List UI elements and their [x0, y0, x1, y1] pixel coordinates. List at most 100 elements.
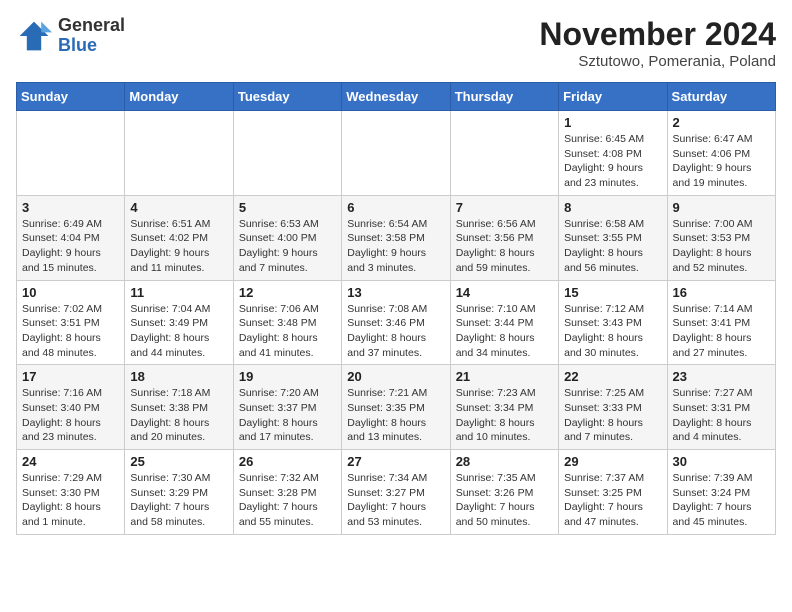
- day-number: 11: [130, 285, 227, 300]
- calendar-cell: 18Sunrise: 7:18 AM Sunset: 3:38 PM Dayli…: [125, 365, 233, 450]
- calendar-cell: 6Sunrise: 6:54 AM Sunset: 3:58 PM Daylig…: [342, 195, 450, 280]
- calendar-cell: 9 Sunrise: 7:00 AM Sunset: 3:53 PM Daylig…: [667, 195, 775, 280]
- day-info: Sunrise: 7:37 AM Sunset: 3:25 PM Dayligh…: [564, 471, 661, 530]
- day-number: 24: [22, 454, 119, 469]
- calendar-cell: 14 Sunrise: 7:10 AM Sunset: 3:44 PM Dayli…: [450, 280, 558, 365]
- calendar-cell: 13 Sunrise: 7:08 AM Sunset: 3:46 PM Dayli…: [342, 280, 450, 365]
- day-number: 25: [130, 454, 227, 469]
- weekday-header-thursday: Thursday: [450, 83, 558, 111]
- title-area: November 2024 Sztutowo, Pomerania, Polan…: [539, 16, 776, 70]
- day-number: 2: [673, 115, 770, 130]
- calendar-cell: 1Sunrise: 6:45 AM Sunset: 4:08 PM Daylig…: [559, 111, 667, 196]
- day-info: Sunrise: 6:58 AM Sunset: 3:55 PM Dayligh…: [564, 217, 661, 276]
- day-number: 26: [239, 454, 336, 469]
- calendar-cell: 19 Sunrise: 7:20 AM Sunset: 3:37 PM Dayli…: [233, 365, 341, 450]
- day-info: Sunrise: 6:51 AM Sunset: 4:02 PM Dayligh…: [130, 217, 227, 276]
- day-info: Sunrise: 6:56 AM Sunset: 3:56 PM Dayligh…: [456, 217, 553, 276]
- week-row-4: 17 Sunrise: 7:16 AM Sunset: 3:40 PM Dayli…: [17, 365, 776, 450]
- day-number: 10: [22, 285, 119, 300]
- day-info: Sunrise: 7:04 AM Sunset: 3:49 PM Dayligh…: [130, 302, 227, 361]
- day-number: 8: [564, 200, 661, 215]
- day-info: Sunrise: 7:12 AM Sunset: 3:43 PM Dayligh…: [564, 302, 661, 361]
- day-info: Sunrise: 7:08 AM Sunset: 3:46 PM Dayligh…: [347, 302, 444, 361]
- day-number: 5: [239, 200, 336, 215]
- day-info: Sunrise: 6:47 AM Sunset: 4:06 PM Dayligh…: [673, 132, 770, 191]
- calendar-cell: [233, 111, 341, 196]
- calendar-cell: 5Sunrise: 6:53 AM Sunset: 4:00 PM Daylig…: [233, 195, 341, 280]
- day-info: Sunrise: 7:20 AM Sunset: 3:37 PM Dayligh…: [239, 386, 336, 445]
- day-info: Sunrise: 7:06 AM Sunset: 3:48 PM Dayligh…: [239, 302, 336, 361]
- calendar-cell: 17 Sunrise: 7:16 AM Sunset: 3:40 PM Dayli…: [17, 365, 125, 450]
- day-info: Sunrise: 7:16 AM Sunset: 3:40 PM Dayligh…: [22, 386, 119, 445]
- calendar-cell: [17, 111, 125, 196]
- day-info: Sunrise: 6:49 AM Sunset: 4:04 PM Dayligh…: [22, 217, 119, 276]
- day-info: Sunrise: 7:32 AM Sunset: 3:28 PM Dayligh…: [239, 471, 336, 530]
- calendar-cell: [125, 111, 233, 196]
- day-info: Sunrise: 7:30 AM Sunset: 3:29 PM Dayligh…: [130, 471, 227, 530]
- week-row-3: 10Sunrise: 7:02 AM Sunset: 3:51 PM Dayli…: [17, 280, 776, 365]
- day-number: 30: [673, 454, 770, 469]
- calendar-cell: 16 Sunrise: 7:14 AM Sunset: 3:41 PM Dayli…: [667, 280, 775, 365]
- day-info: Sunrise: 7:29 AM Sunset: 3:30 PM Dayligh…: [22, 471, 119, 530]
- calendar-cell: 23Sunrise: 7:27 AM Sunset: 3:31 PM Dayli…: [667, 365, 775, 450]
- calendar-cell: 4Sunrise: 6:51 AM Sunset: 4:02 PM Daylig…: [125, 195, 233, 280]
- weekday-header-sunday: Sunday: [17, 83, 125, 111]
- calendar-cell: 25 Sunrise: 7:30 AM Sunset: 3:29 PM Dayli…: [125, 450, 233, 535]
- calendar-cell: 3 Sunrise: 6:49 AM Sunset: 4:04 PM Daylig…: [17, 195, 125, 280]
- day-info: Sunrise: 7:18 AM Sunset: 3:38 PM Dayligh…: [130, 386, 227, 445]
- calendar-cell: 21Sunrise: 7:23 AM Sunset: 3:34 PM Dayli…: [450, 365, 558, 450]
- calendar-cell: 15Sunrise: 7:12 AM Sunset: 3:43 PM Dayli…: [559, 280, 667, 365]
- day-info: Sunrise: 7:23 AM Sunset: 3:34 PM Dayligh…: [456, 386, 553, 445]
- day-info: Sunrise: 7:10 AM Sunset: 3:44 PM Dayligh…: [456, 302, 553, 361]
- day-number: 27: [347, 454, 444, 469]
- logo-blue-text: Blue: [58, 36, 125, 56]
- logo-text: General Blue: [58, 16, 125, 56]
- calendar-cell: 22 Sunrise: 7:25 AM Sunset: 3:33 PM Dayli…: [559, 365, 667, 450]
- day-number: 3: [22, 200, 119, 215]
- day-info: Sunrise: 7:35 AM Sunset: 3:26 PM Dayligh…: [456, 471, 553, 530]
- weekday-header-row: SundayMondayTuesdayWednesdayThursdayFrid…: [17, 83, 776, 111]
- weekday-header-wednesday: Wednesday: [342, 83, 450, 111]
- calendar-cell: 30 Sunrise: 7:39 AM Sunset: 3:24 PM Dayli…: [667, 450, 775, 535]
- calendar-cell: 29Sunrise: 7:37 AM Sunset: 3:25 PM Dayli…: [559, 450, 667, 535]
- calendar-cell: [450, 111, 558, 196]
- weekday-header-saturday: Saturday: [667, 83, 775, 111]
- logo-general-text: General: [58, 16, 125, 36]
- day-number: 23: [673, 369, 770, 384]
- day-number: 19: [239, 369, 336, 384]
- day-info: Sunrise: 7:25 AM Sunset: 3:33 PM Dayligh…: [564, 386, 661, 445]
- calendar-cell: 10Sunrise: 7:02 AM Sunset: 3:51 PM Dayli…: [17, 280, 125, 365]
- logo: General Blue: [16, 16, 125, 56]
- day-info: Sunrise: 7:34 AM Sunset: 3:27 PM Dayligh…: [347, 471, 444, 530]
- week-row-2: 3 Sunrise: 6:49 AM Sunset: 4:04 PM Daylig…: [17, 195, 776, 280]
- calendar-cell: 24 Sunrise: 7:29 AM Sunset: 3:30 PM Dayli…: [17, 450, 125, 535]
- calendar-cell: 7 Sunrise: 6:56 AM Sunset: 3:56 PM Daylig…: [450, 195, 558, 280]
- logo-icon: [16, 18, 52, 54]
- day-number: 12: [239, 285, 336, 300]
- day-number: 17: [22, 369, 119, 384]
- calendar-cell: 20Sunrise: 7:21 AM Sunset: 3:35 PM Dayli…: [342, 365, 450, 450]
- day-info: Sunrise: 7:14 AM Sunset: 3:41 PM Dayligh…: [673, 302, 770, 361]
- weekday-header-friday: Friday: [559, 83, 667, 111]
- day-number: 14: [456, 285, 553, 300]
- day-info: Sunrise: 7:39 AM Sunset: 3:24 PM Dayligh…: [673, 471, 770, 530]
- day-info: Sunrise: 7:00 AM Sunset: 3:53 PM Dayligh…: [673, 217, 770, 276]
- day-number: 7: [456, 200, 553, 215]
- day-number: 1: [564, 115, 661, 130]
- day-number: 28: [456, 454, 553, 469]
- week-row-5: 24 Sunrise: 7:29 AM Sunset: 3:30 PM Dayli…: [17, 450, 776, 535]
- day-number: 16: [673, 285, 770, 300]
- weekday-header-monday: Monday: [125, 83, 233, 111]
- day-number: 9: [673, 200, 770, 215]
- calendar-cell: 2 Sunrise: 6:47 AM Sunset: 4:06 PM Daylig…: [667, 111, 775, 196]
- day-info: Sunrise: 7:21 AM Sunset: 3:35 PM Dayligh…: [347, 386, 444, 445]
- week-row-1: 1Sunrise: 6:45 AM Sunset: 4:08 PM Daylig…: [17, 111, 776, 196]
- calendar-cell: 8 Sunrise: 6:58 AM Sunset: 3:55 PM Daylig…: [559, 195, 667, 280]
- header: General Blue November 2024 Sztutowo, Pom…: [16, 16, 776, 70]
- weekday-header-tuesday: Tuesday: [233, 83, 341, 111]
- day-number: 13: [347, 285, 444, 300]
- calendar-cell: 27 Sunrise: 7:34 AM Sunset: 3:27 PM Dayli…: [342, 450, 450, 535]
- day-number: 22: [564, 369, 661, 384]
- calendar-cell: 12 Sunrise: 7:06 AM Sunset: 3:48 PM Dayli…: [233, 280, 341, 365]
- day-number: 6: [347, 200, 444, 215]
